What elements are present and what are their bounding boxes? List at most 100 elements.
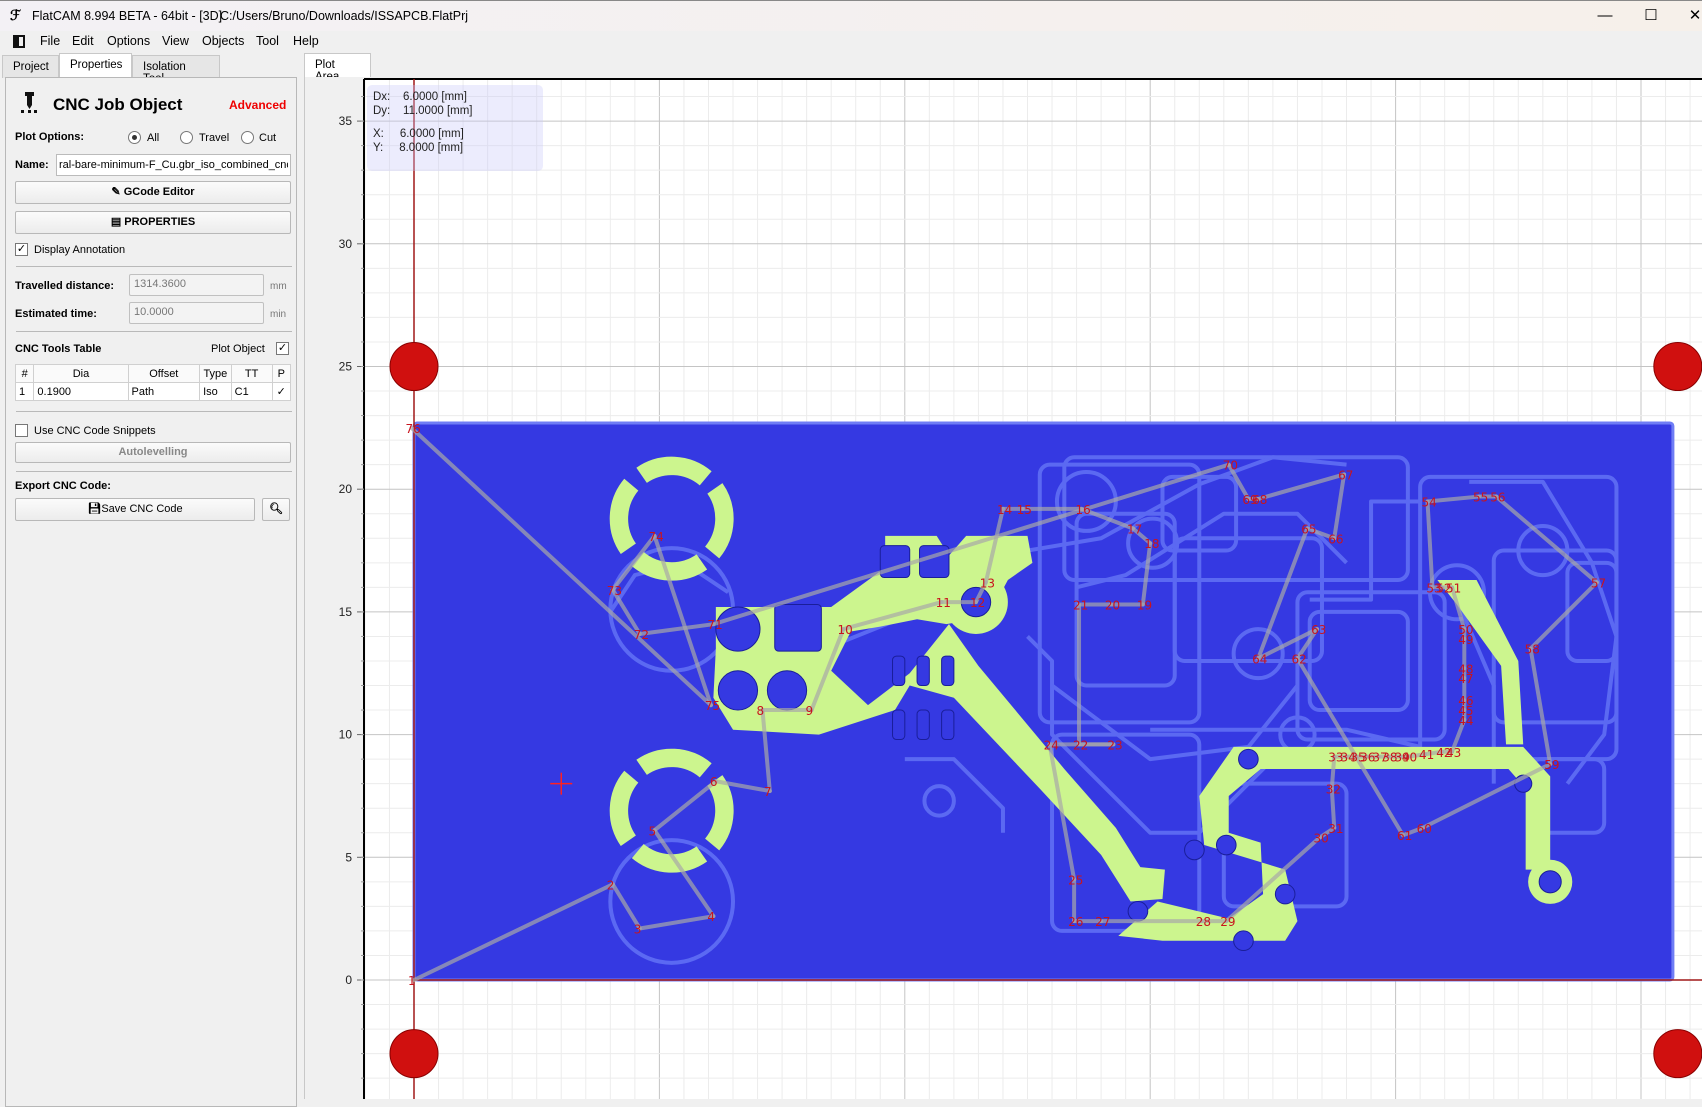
window-title: FlatCAM 8.994 BETA - 64bit - [3D] bbox=[32, 9, 223, 23]
copper-cutout bbox=[916, 655, 930, 687]
panel-toggle-icon[interactable] bbox=[13, 35, 25, 48]
magnifier-icon: 🔍︎ bbox=[269, 503, 283, 515]
copper-cutout bbox=[919, 545, 950, 579]
menu-bar: File Edit Options View Objects Tool Help bbox=[0, 31, 1702, 53]
copper-hole bbox=[717, 670, 759, 711]
plot-object-checkbox[interactable]: ✓ bbox=[276, 342, 289, 355]
cnc-tools-table: # Dia Offset Type TT P 1 0.1900 Path Iso… bbox=[14, 364, 292, 401]
path-annotation-label: 48 bbox=[1458, 662, 1473, 676]
path-annotation-label: 13 bbox=[980, 576, 995, 590]
use-snippets-checkbox[interactable] bbox=[15, 424, 28, 437]
cell-dia[interactable]: 0.1900 bbox=[33, 382, 129, 401]
table-row[interactable]: 1 0.1900 Path Iso C1 ✓ bbox=[14, 382, 292, 401]
path-annotation-label: 69 bbox=[1242, 493, 1257, 507]
autolevelling-button[interactable]: Autolevelling bbox=[15, 442, 291, 463]
radio-all-label: All bbox=[147, 132, 160, 144]
radio-all[interactable] bbox=[128, 131, 141, 144]
path-annotation-label: 71 bbox=[707, 618, 722, 632]
path-annotation-label: 73 bbox=[607, 584, 622, 598]
properties-label: PROPERTIES bbox=[124, 216, 196, 228]
menu-edit[interactable]: Edit bbox=[72, 34, 94, 48]
tab-plot-area[interactable]: Plot Area bbox=[304, 53, 371, 83]
path-annotation-label: 1 bbox=[408, 974, 416, 988]
path-annotation-label: 43 bbox=[1446, 746, 1461, 760]
path-annotation-label: 18 bbox=[1144, 537, 1159, 551]
y-tick-label: 5 bbox=[345, 850, 352, 864]
path-annotation-label: 65 bbox=[1301, 522, 1316, 536]
path-annotation-label: 28 bbox=[1196, 915, 1211, 929]
path-annotation-label: 66 bbox=[1328, 532, 1343, 546]
copper-hole bbox=[1184, 839, 1205, 861]
menu-view[interactable]: View bbox=[162, 34, 189, 48]
table-header-row: # Dia Offset Type TT P bbox=[14, 364, 292, 383]
path-annotation-label: 11 bbox=[936, 596, 951, 610]
radio-cut[interactable] bbox=[241, 131, 254, 144]
path-annotation-label: 19 bbox=[1137, 599, 1152, 613]
cell-type[interactable]: Iso bbox=[199, 382, 232, 401]
menu-objects[interactable]: Objects bbox=[202, 34, 244, 48]
display-annotation-checkbox[interactable]: ✓ bbox=[15, 243, 28, 256]
path-annotation-label: 15 bbox=[1017, 503, 1032, 517]
y-tick-label: 35 bbox=[339, 114, 353, 128]
use-snippets-label: Use CNC Code Snippets bbox=[34, 425, 156, 437]
path-annotation-label: 27 bbox=[1095, 915, 1110, 929]
name-input[interactable] bbox=[56, 154, 291, 176]
minimize-button[interactable]: — bbox=[1590, 5, 1620, 27]
copper-cutout bbox=[774, 604, 822, 652]
y-tick-label: 25 bbox=[339, 360, 353, 374]
save-cnc-code-label: Save CNC Code bbox=[101, 503, 183, 515]
plot-options-label: Plot Options: bbox=[15, 131, 85, 143]
plot-canvas[interactable]: 35302520151050 12345678 91011 121314 15 16171… bbox=[305, 77, 1702, 1099]
menu-help[interactable]: Help bbox=[293, 34, 319, 48]
divider bbox=[16, 471, 292, 472]
path-annotation-label: 72 bbox=[634, 628, 649, 642]
path-annotation-label: 61 bbox=[1397, 829, 1412, 843]
cell-tt[interactable]: C1 bbox=[230, 382, 273, 401]
path-annotation-label: 55 bbox=[1473, 491, 1488, 505]
path-annotation-label: 56 bbox=[1490, 491, 1505, 505]
copper-hole bbox=[1274, 883, 1296, 905]
path-annotation-label: 2 bbox=[607, 878, 615, 892]
cnc-tools-table-label: CNC Tools Table bbox=[15, 343, 102, 355]
path-annotation-label: 17 bbox=[1127, 522, 1142, 536]
path-annotation-label: 53 bbox=[1426, 581, 1441, 595]
review-cnc-button[interactable]: 🔍︎ bbox=[262, 498, 290, 521]
cell-plot-checkbox[interactable]: ✓ bbox=[271, 382, 292, 401]
radio-travel[interactable] bbox=[180, 131, 193, 144]
y-tick-label: 30 bbox=[339, 237, 353, 251]
path-annotation-label: 70 bbox=[1223, 459, 1238, 473]
path-annotation-label: 29 bbox=[1220, 915, 1235, 929]
menu-options[interactable]: Options bbox=[107, 34, 150, 48]
menu-file[interactable]: File bbox=[40, 34, 60, 48]
alignment-marker bbox=[1653, 1029, 1702, 1079]
coordinate-readout: Dx: 6.0000 [mm] Dy: 11.0000 [mm] X: 6.00… bbox=[367, 85, 543, 171]
tab-properties[interactable]: Properties bbox=[59, 53, 132, 78]
clipboard-icon: ▤ bbox=[110, 216, 122, 228]
readout-y: Y: 8.0000 [mm] bbox=[373, 141, 464, 154]
tab-project[interactable]: Project bbox=[2, 55, 59, 78]
title-bar: ℱ FlatCAM 8.994 BETA - 64bit - [3D] C:/U… bbox=[0, 0, 1702, 31]
path-annotation-label: 10 bbox=[837, 623, 852, 637]
plot-area[interactable]: 35 30 25 20 15 10 5 0 1 2 3 4 5 6 7 8 9 10 11 12 13 14 15 16 17 1… bbox=[304, 77, 1702, 1099]
properties-button[interactable]: ▤ PROPERTIES bbox=[15, 211, 291, 234]
properties-panel: CNC Job Object Advanced Plot Options: Al… bbox=[5, 77, 297, 1107]
path-annotation-label: 30 bbox=[1314, 832, 1329, 846]
close-button[interactable]: ✕ bbox=[1680, 5, 1702, 27]
copper-cutout bbox=[941, 655, 955, 687]
radio-cut-label: Cut bbox=[259, 132, 277, 144]
path-annotation-label: 32 bbox=[1326, 783, 1341, 797]
maximize-button[interactable]: ☐ bbox=[1636, 5, 1666, 27]
tab-isolation-tool[interactable]: Isolation Tool bbox=[132, 55, 220, 85]
path-annotation-label: 5 bbox=[648, 824, 656, 838]
y-tick-label: 0 bbox=[345, 973, 352, 987]
advanced-mode-label[interactable]: Advanced bbox=[229, 98, 286, 112]
copper-cutout bbox=[941, 709, 955, 741]
travelled-distance-label: Travelled distance: bbox=[15, 280, 115, 292]
path-annotation-label: 64 bbox=[1252, 653, 1267, 667]
save-cnc-code-button[interactable]: 💾︎Save CNC Code bbox=[15, 498, 255, 521]
cell-offset[interactable]: Path bbox=[127, 382, 201, 401]
panel-title: CNC Job Object bbox=[53, 95, 183, 114]
path-annotation-label: 63 bbox=[1311, 623, 1326, 637]
gcode-editor-button[interactable]: ✎ GCode Editor bbox=[15, 181, 291, 204]
menu-tool[interactable]: Tool bbox=[256, 34, 279, 48]
